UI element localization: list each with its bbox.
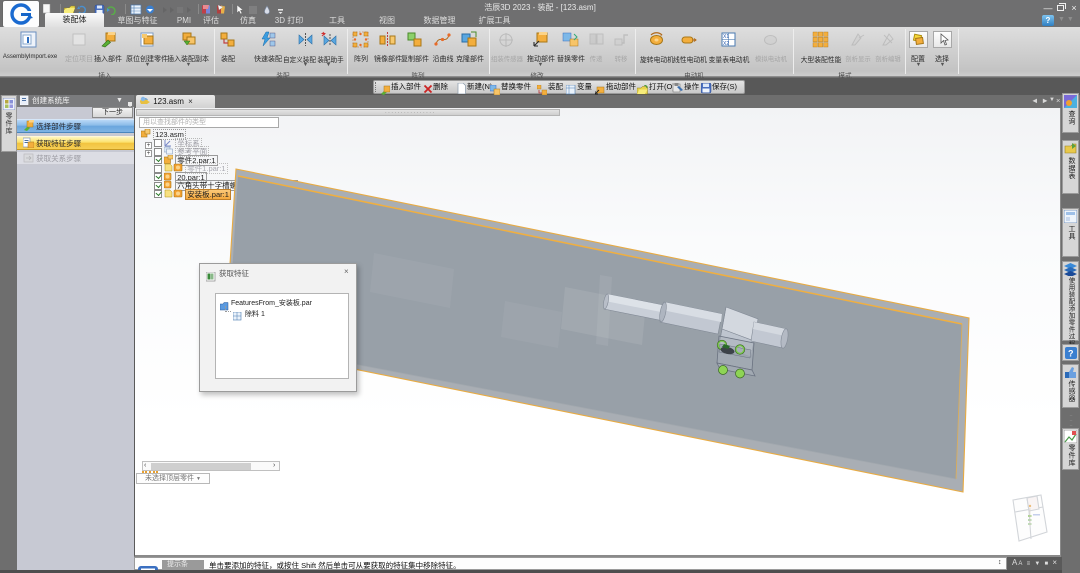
svg-text:?: ? <box>1068 349 1074 359</box>
svg-text:X1: X1 <box>723 34 729 40</box>
svg-text:X2: X2 <box>723 41 729 47</box>
